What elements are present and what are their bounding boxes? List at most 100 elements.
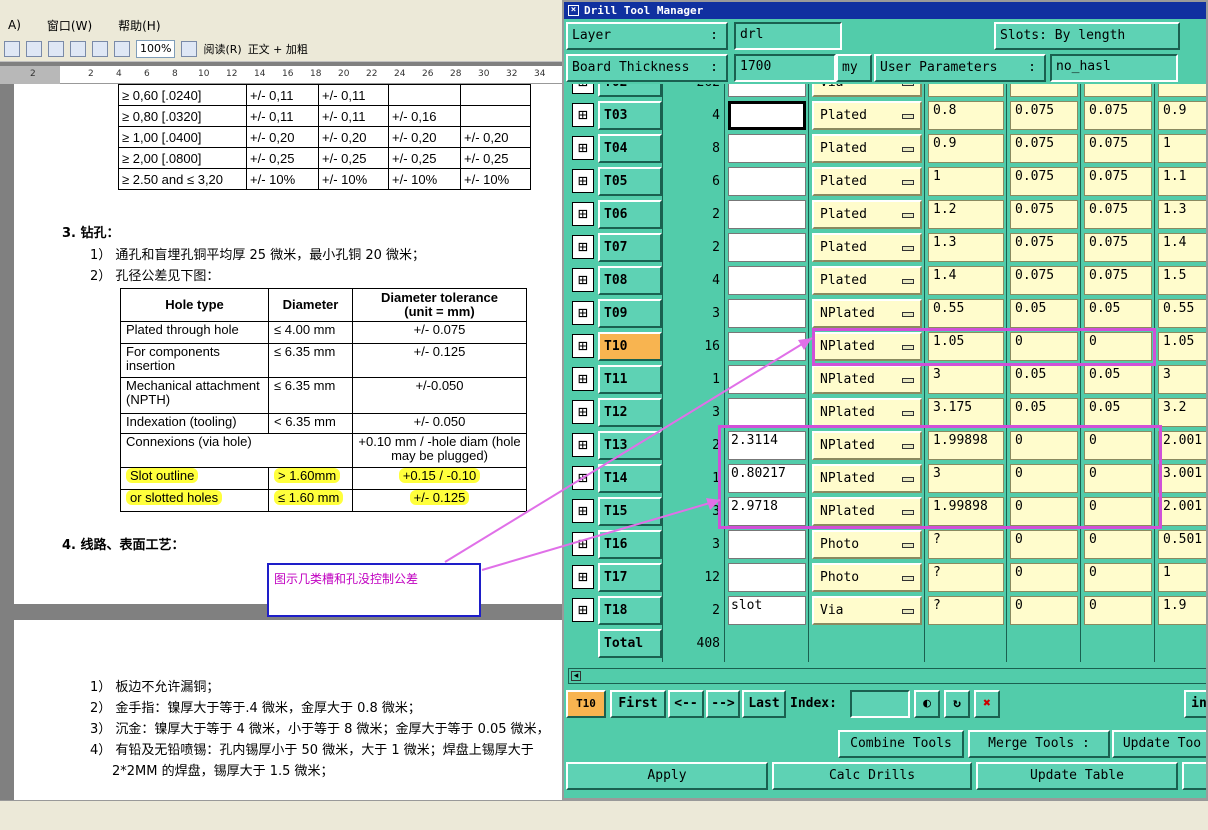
info-icon[interactable]: ◐ <box>914 690 940 718</box>
hole-type-dropdown[interactable]: Photo <box>812 563 922 592</box>
minus-tolerance-field[interactable]: 0.075 <box>1084 101 1152 130</box>
plus-tolerance-field[interactable]: 0 <box>1010 563 1078 592</box>
tool-name-button[interactable]: T04 <box>598 134 662 163</box>
expand-icon[interactable]: ⊞ <box>572 367 594 391</box>
expand-icon[interactable]: ⊞ <box>572 466 594 490</box>
user-parameters-field[interactable]: no_hasl <box>1050 54 1178 82</box>
minus-tolerance-field[interactable]: 0.075 <box>1084 167 1152 196</box>
expand-icon[interactable]: ⊞ <box>572 84 594 94</box>
finished-size-field[interactable] <box>928 84 1004 97</box>
drill-size-field[interactable]: 1.4 <box>1158 233 1206 262</box>
redo-icon[interactable] <box>26 40 42 57</box>
minus-tolerance-field[interactable]: 0 <box>1084 596 1152 625</box>
first-button[interactable]: First <box>610 690 666 718</box>
tool-name-button[interactable]: T16 <box>598 530 662 559</box>
drill-size-field[interactable]: 0.55 <box>1158 299 1206 328</box>
plus-tolerance-field[interactable]: 0.075 <box>1010 266 1078 295</box>
finished-size-field[interactable]: 1.4 <box>928 266 1004 295</box>
expand-icon[interactable]: ⊞ <box>572 499 594 523</box>
expand-icon[interactable]: ⊞ <box>572 103 594 127</box>
drill-size-field[interactable]: 1 <box>1158 563 1206 592</box>
minus-tolerance-field[interactable]: 0 <box>1084 563 1152 592</box>
style-select[interactable]: 正文 + 加粗 <box>248 41 308 57</box>
slot-length-field[interactable] <box>728 200 806 229</box>
index-field[interactable] <box>850 690 910 718</box>
tool-name-button[interactable]: T13 <box>598 431 662 460</box>
finished-size-field[interactable]: 1.2 <box>928 200 1004 229</box>
hole-type-dropdown[interactable]: Plated <box>812 266 922 295</box>
hole-type-dropdown[interactable]: Plated <box>812 233 922 262</box>
plus-tolerance-field[interactable]: 0.05 <box>1010 398 1078 427</box>
slot-length-field[interactable] <box>728 266 806 295</box>
user-parameters-label[interactable]: User Parameters: <box>874 54 1046 82</box>
expand-icon[interactable]: ⊞ <box>572 202 594 226</box>
finished-size-field[interactable]: 0.55 <box>928 299 1004 328</box>
plus-tolerance-field[interactable]: 0.075 <box>1010 101 1078 130</box>
hole-type-dropdown[interactable]: Plated <box>812 200 922 229</box>
merge-tools-button[interactable]: Merge Tools : <box>968 730 1110 758</box>
in-button[interactable]: in <box>1184 690 1206 718</box>
extra-button[interactable] <box>1182 762 1206 790</box>
tool-name-button[interactable]: T09 <box>598 299 662 328</box>
minus-tolerance-field[interactable]: 0.075 <box>1084 266 1152 295</box>
tool-name-button[interactable]: T17 <box>598 563 662 592</box>
drill-size-field[interactable]: 1.1 <box>1158 167 1206 196</box>
expand-icon[interactable]: ⊞ <box>572 433 594 457</box>
minus-tolerance-field[interactable] <box>1084 84 1152 97</box>
drill-size-field[interactable]: 2.001 <box>1158 431 1206 460</box>
slot-length-field[interactable] <box>728 101 806 130</box>
plus-tolerance-field[interactable]: 0.075 <box>1010 233 1078 262</box>
slot-length-field[interactable] <box>728 398 806 427</box>
drill-size-field[interactable]: 3 <box>1158 365 1206 394</box>
drill-size-field[interactable]: 0.9 <box>1158 101 1206 130</box>
drill-size-field[interactable]: 1 <box>1158 134 1206 163</box>
calc-drills-button[interactable]: Calc Drills <box>772 762 972 790</box>
drill-size-field[interactable]: 1.9 <box>1158 596 1206 625</box>
refresh-icon[interactable]: ↻ <box>944 690 970 718</box>
hyperlink-icon[interactable] <box>48 40 64 57</box>
drill-size-field[interactable]: 3.2 <box>1158 398 1206 427</box>
drill-size-field[interactable]: 0.501 <box>1158 530 1206 559</box>
finished-size-field[interactable]: 3 <box>928 365 1004 394</box>
slots-selector[interactable]: Slots: By length <box>994 22 1180 50</box>
expand-icon[interactable]: ⊞ <box>572 565 594 589</box>
tool-name-button[interactable]: T10 <box>598 332 662 361</box>
hole-type-dropdown[interactable]: NPlated <box>812 299 922 328</box>
board-thickness-field[interactable]: 1700 <box>734 54 836 82</box>
expand-icon[interactable]: ⊞ <box>572 532 594 556</box>
prev-button[interactable]: <-- <box>668 690 704 718</box>
slot-length-field[interactable] <box>728 84 806 97</box>
minus-tolerance-field[interactable]: 0.075 <box>1084 233 1152 262</box>
plus-tolerance-field[interactable]: 0.05 <box>1010 299 1078 328</box>
drill-size-field[interactable]: 2.001 <box>1158 497 1206 526</box>
tool-name-button[interactable]: T03 <box>598 101 662 130</box>
expand-icon[interactable]: ⊞ <box>572 268 594 292</box>
plus-tolerance-field[interactable]: 0 <box>1010 596 1078 625</box>
undo-icon[interactable] <box>4 40 20 57</box>
tool-name-button[interactable]: T05 <box>598 167 662 196</box>
drill-size-field[interactable]: 1.3 <box>1158 200 1206 229</box>
drawing-icon[interactable] <box>114 40 130 57</box>
minus-tolerance-field[interactable]: 0.05 <box>1084 398 1152 427</box>
expand-icon[interactable]: ⊞ <box>572 301 594 325</box>
layer-field[interactable]: drl <box>734 22 842 50</box>
tool-name-button[interactable]: T08 <box>598 266 662 295</box>
next-button[interactable]: --> <box>706 690 740 718</box>
hole-type-dropdown[interactable]: Plated <box>812 167 922 196</box>
slot-length-field[interactable] <box>728 563 806 592</box>
menu-item[interactable]: A) <box>8 18 21 32</box>
minus-tolerance-field[interactable]: 0.05 <box>1084 299 1152 328</box>
drill-size-field[interactable]: 3.001 <box>1158 464 1206 493</box>
scroll-left-icon[interactable]: ◂ <box>571 671 581 681</box>
slot-length-field[interactable] <box>728 530 806 559</box>
hole-type-dropdown[interactable]: Plated <box>812 134 922 163</box>
tool-name-button[interactable]: T12 <box>598 398 662 427</box>
minus-tolerance-field[interactable]: 0 <box>1084 530 1152 559</box>
slot-length-field[interactable] <box>728 233 806 262</box>
plus-tolerance-field[interactable] <box>1010 84 1078 97</box>
minus-tolerance-field[interactable]: 0.05 <box>1084 365 1152 394</box>
delete-icon[interactable]: ✖ <box>974 690 1000 718</box>
tool-name-button[interactable]: T07 <box>598 233 662 262</box>
expand-icon[interactable]: ⊞ <box>572 169 594 193</box>
tool-name-button[interactable]: T15 <box>598 497 662 526</box>
